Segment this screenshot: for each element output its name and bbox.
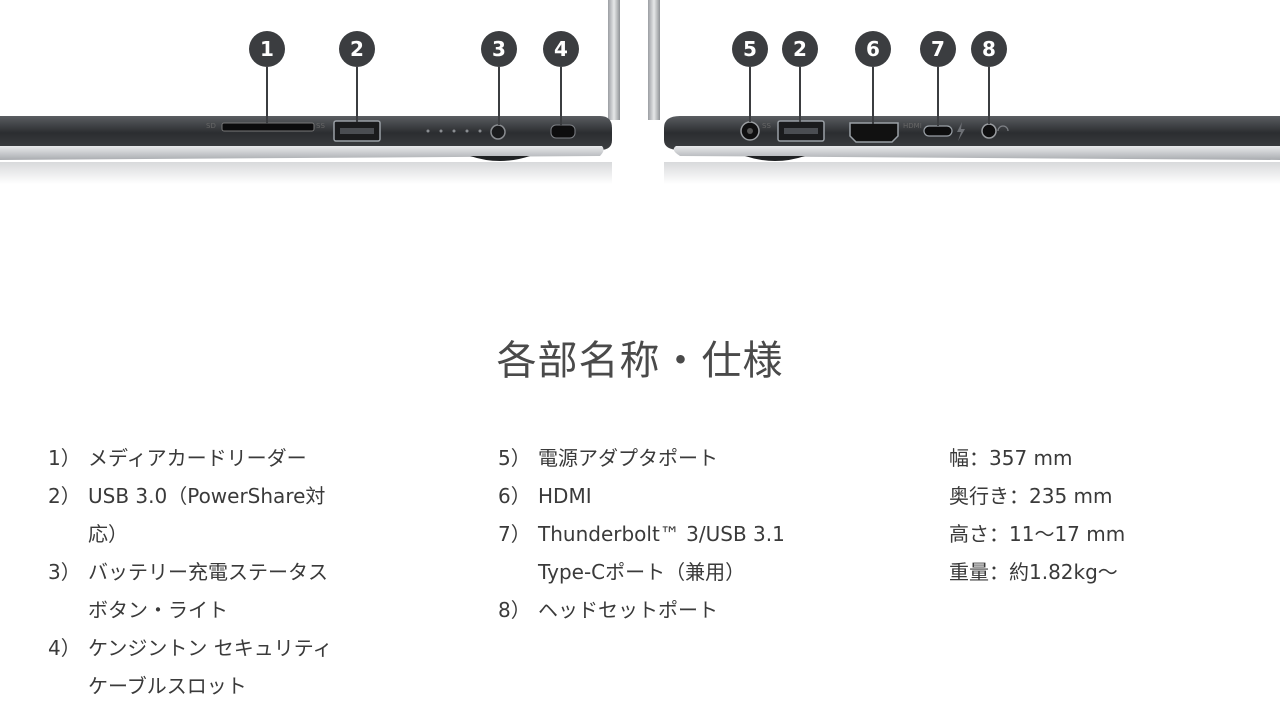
ports-list-left: 1） メディアカードリーダー 2） USB 3.0（PowerShare対 応）… xyxy=(48,439,378,705)
callout-8: 8 xyxy=(971,31,1007,124)
callout-4: 4 xyxy=(543,31,579,126)
port-item-number: 3） xyxy=(48,560,81,584)
left-chassis xyxy=(0,116,612,150)
port-item-label-cont: ケーブルスロット xyxy=(88,674,247,698)
callout-8-number: 8 xyxy=(982,37,996,61)
callout-2-right-number: 2 xyxy=(793,37,807,61)
port-item-1: 1） メディアカードリーダー xyxy=(48,439,378,477)
port-item-label: ヘッドセットポート xyxy=(538,598,718,622)
spec-height: 高さ：11〜17 mm xyxy=(949,522,1126,546)
callout-2-left-number: 2 xyxy=(350,37,364,61)
callout-3: 3 xyxy=(481,31,517,125)
port-item-8: 8） ヘッドセットポート xyxy=(498,591,828,629)
callout-6-number: 6 xyxy=(866,37,880,61)
usb-ss-label-left: SS xyxy=(316,122,325,130)
port-item-4: 4） ケンジントン セキュリティ ケーブルスロット xyxy=(48,629,378,705)
port-item-label-cont: 応） xyxy=(88,522,128,546)
sd-card-slot xyxy=(221,122,315,132)
port-item-2: 2） USB 3.0（PowerShare対 応） xyxy=(48,477,378,553)
port-item-number: 5） xyxy=(498,446,531,470)
port-item-number: 1） xyxy=(48,446,81,470)
callout-4-number: 4 xyxy=(554,37,568,61)
callout-2-left: 2 xyxy=(339,31,375,122)
left-lid-edge xyxy=(608,0,620,120)
power-adapter-port-pin xyxy=(747,128,753,134)
left-shadow xyxy=(0,162,612,184)
port-item-label-cont: ボタン・ライト xyxy=(88,598,228,622)
port-item-5: 5） 電源アダプタポート xyxy=(498,439,828,477)
callout-3-number: 3 xyxy=(492,37,506,61)
port-item-label: HDMI xyxy=(538,484,592,508)
spec-depth: 奥行き：235 mm xyxy=(949,484,1113,508)
left-side-view: SD SS xyxy=(0,0,620,184)
port-item-label: USB 3.0（PowerShare対 xyxy=(88,484,326,508)
port-item-number: 4） xyxy=(48,636,81,660)
sd-port-label: SD xyxy=(206,122,216,130)
port-item-label: バッテリー充電ステータス xyxy=(88,560,328,584)
port-item-label: ケンジントン セキュリティ xyxy=(88,636,333,660)
right-shadow xyxy=(664,162,1280,184)
port-item-number: 6） xyxy=(498,484,531,508)
right-side-view: SS HDMI xyxy=(648,0,1280,184)
thunderbolt-port xyxy=(923,125,953,137)
port-item-label: Thunderbolt™ 3/USB 3.1 xyxy=(538,522,785,546)
hdmi-port-label: HDMI xyxy=(903,122,922,130)
headset-port xyxy=(981,123,997,139)
port-item-label: メディアカードリーダー xyxy=(88,446,307,470)
spec-weight: 重量：約1.82kg〜 xyxy=(949,560,1118,584)
callout-1: 1 xyxy=(249,31,285,124)
left-foot xyxy=(470,156,530,161)
port-item-label: 電源アダプタポート xyxy=(538,446,718,470)
callout-6: 6 xyxy=(855,31,891,124)
callout-1-number: 1 xyxy=(260,37,274,61)
hdmi-port xyxy=(849,122,899,143)
specs-list: 幅：357 mm 奥行き：235 mm 高さ：11〜17 mm 重量：約1.82… xyxy=(949,439,1249,591)
callout-5-number: 5 xyxy=(743,37,757,61)
laptop-side-view-figure: SD SS SS HDMI 1 2 3 4 5 2 6 7 8 xyxy=(0,0,1280,184)
callout-7: 7 xyxy=(920,31,956,126)
port-item-number: 8） xyxy=(498,598,531,622)
battery-status-button xyxy=(490,124,506,140)
ports-list-right: 5） 電源アダプタポート 6） HDMI 7） Thunderbolt™ 3/U… xyxy=(498,439,828,629)
callout-2-right: 2 xyxy=(782,31,818,122)
port-item-number: 7） xyxy=(498,522,531,546)
right-foot xyxy=(745,156,805,161)
kensington-lock-slot xyxy=(550,124,576,139)
usb-port-right-tongue xyxy=(784,128,818,134)
spec-width: 幅：357 mm xyxy=(949,446,1073,470)
port-item-number: 2） xyxy=(48,484,81,508)
callout-5: 5 xyxy=(732,31,768,122)
usb-ss-label-right: SS xyxy=(762,122,771,130)
port-item-7: 7） Thunderbolt™ 3/USB 3.1 Type-Cポート（兼用） xyxy=(498,515,828,591)
right-lid-edge xyxy=(648,0,660,120)
port-item-6: 6） HDMI xyxy=(498,477,828,515)
page-title: 各部名称・仕様 xyxy=(496,338,784,384)
callout-7-number: 7 xyxy=(931,37,945,61)
port-item-label-cont: Type-Cポート（兼用） xyxy=(538,560,746,584)
port-item-3: 3） バッテリー充電ステータス ボタン・ライト xyxy=(48,553,378,629)
usb-port-left-tongue xyxy=(340,128,374,134)
